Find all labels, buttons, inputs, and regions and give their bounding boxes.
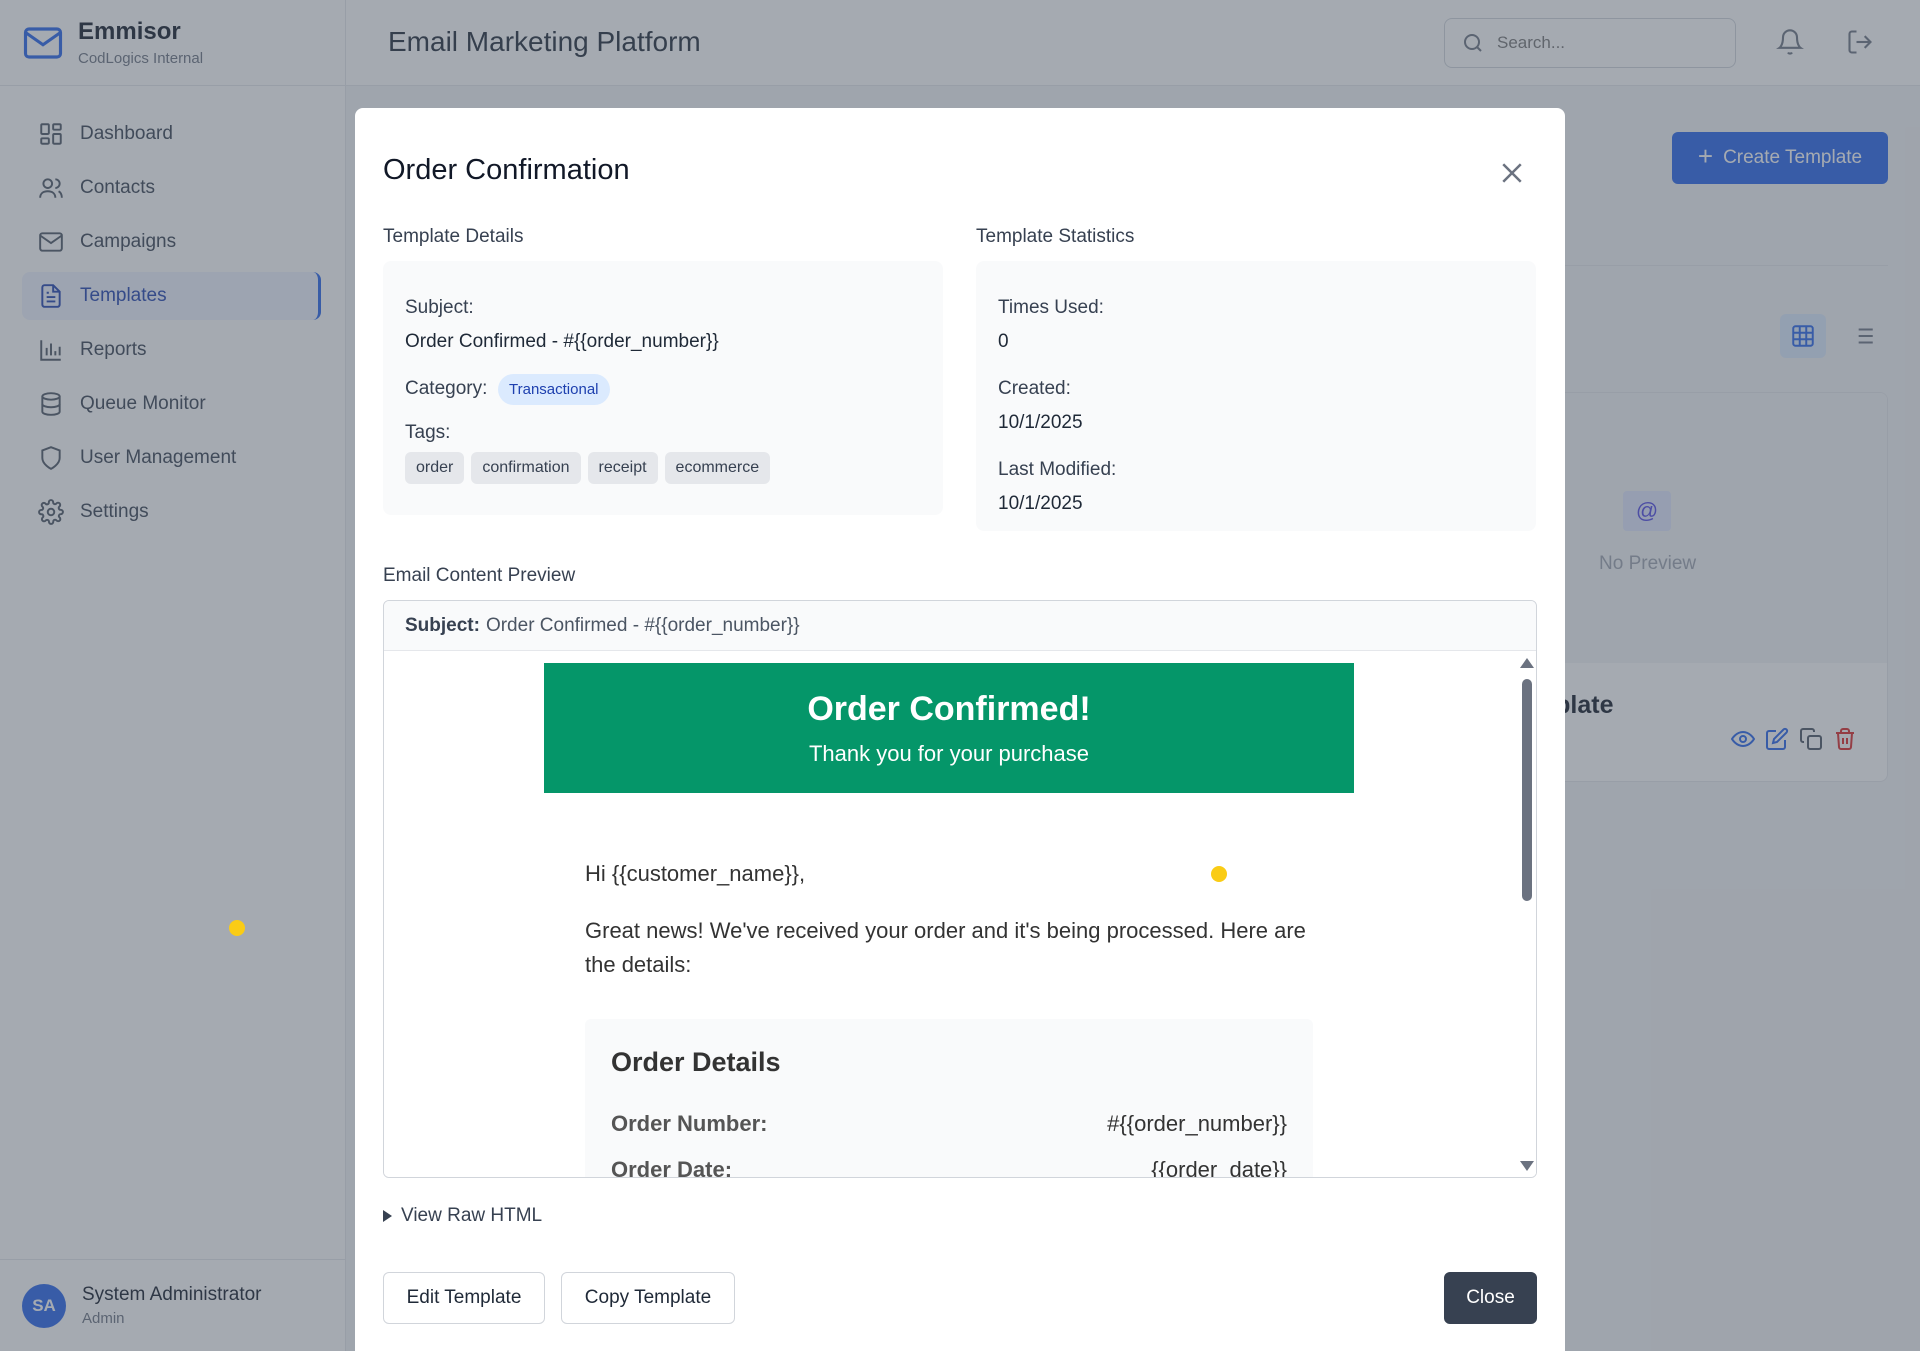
scroll-up-arrow-icon[interactable] [1520,658,1534,668]
order-row-value: {{order_date}} [1151,1157,1287,1177]
email-intro: Great news! We've received your order an… [585,918,1306,977]
last-modified-label: Last Modified: [998,459,1117,480]
order-row-key: Order Date: [611,1157,733,1177]
times-used-label: Times Used: [998,297,1104,318]
tag: order [405,452,465,484]
template-statistics-heading: Template Statistics [976,226,1135,247]
order-row: Order Number: #{{order_number}} [611,1111,1287,1137]
preview-scrollbar[interactable] [1516,652,1536,1177]
scroll-down-arrow-icon[interactable] [1520,1161,1534,1171]
subject-value: Order Confirmed - #{{order_number}} [405,331,719,352]
tag: ecommerce [664,452,771,484]
category-label: Category: [405,378,488,399]
email-banner-title: Order Confirmed! [807,690,1091,728]
category-badge: Transactional [498,374,610,405]
email-preview-frame: Subject: Order Confirmed - #{{order_numb… [383,600,1537,1178]
cursor-dot [229,920,245,936]
close-button[interactable]: Close [1444,1272,1537,1324]
preview-subject-label: Subject: [405,614,480,636]
scrollbar-thumb[interactable] [1522,679,1532,901]
edit-template-button[interactable]: Edit Template [383,1272,545,1324]
tag: receipt [587,452,658,484]
email-greeting: Hi {{customer_name}}, [585,861,806,886]
tags-list: order confirmation receipt ecommerce [405,452,771,484]
order-row-key: Order Number: [611,1111,768,1136]
tag: confirmation [471,452,581,484]
created-value: 10/1/2025 [998,412,1083,433]
last-modified-value: 10/1/2025 [998,493,1083,514]
tags-label: Tags: [405,422,451,443]
email-preview-heading: Email Content Preview [383,565,576,586]
view-raw-html-toggle[interactable]: View Raw HTML [383,1205,542,1227]
copy-template-button[interactable]: Copy Template [561,1272,735,1324]
preview-subject-bar: Subject: Order Confirmed - #{{order_numb… [384,601,1536,651]
order-details-box: Order Details Order Number: #{{order_num… [585,1019,1313,1177]
modal-title: Order Confirmation [383,154,630,186]
order-row-value: #{{order_number}} [1107,1111,1287,1136]
created-label: Created: [998,378,1071,399]
template-preview-modal: Order Confirmation Template Details Temp… [355,108,1565,1351]
email-banner-subtitle: Thank you for your purchase [808,741,1090,766]
cursor-dot [1211,866,1227,882]
order-row: Order Date: {{order_date}} [611,1157,1287,1177]
close-icon[interactable] [1497,158,1527,188]
email-body[interactable]: Order Confirmed! Thank you for your purc… [384,652,1536,1177]
times-used-value: 0 [998,331,1009,352]
template-details-heading: Template Details [383,226,524,247]
template-details-panel: Subject: Order Confirmed - #{{order_numb… [383,261,943,515]
email-banner: Order Confirmed! Thank you for your purc… [544,663,1354,793]
disclosure-triangle-icon [383,1210,392,1222]
template-statistics-panel: Times Used: 0 Created: 10/1/2025 Last Mo… [976,261,1536,531]
subject-label: Subject: [405,297,474,318]
preview-subject-value: Order Confirmed - #{{order_number}} [485,614,800,636]
order-details-title: Order Details [611,1047,781,1077]
view-raw-html-label: View Raw HTML [401,1205,543,1226]
